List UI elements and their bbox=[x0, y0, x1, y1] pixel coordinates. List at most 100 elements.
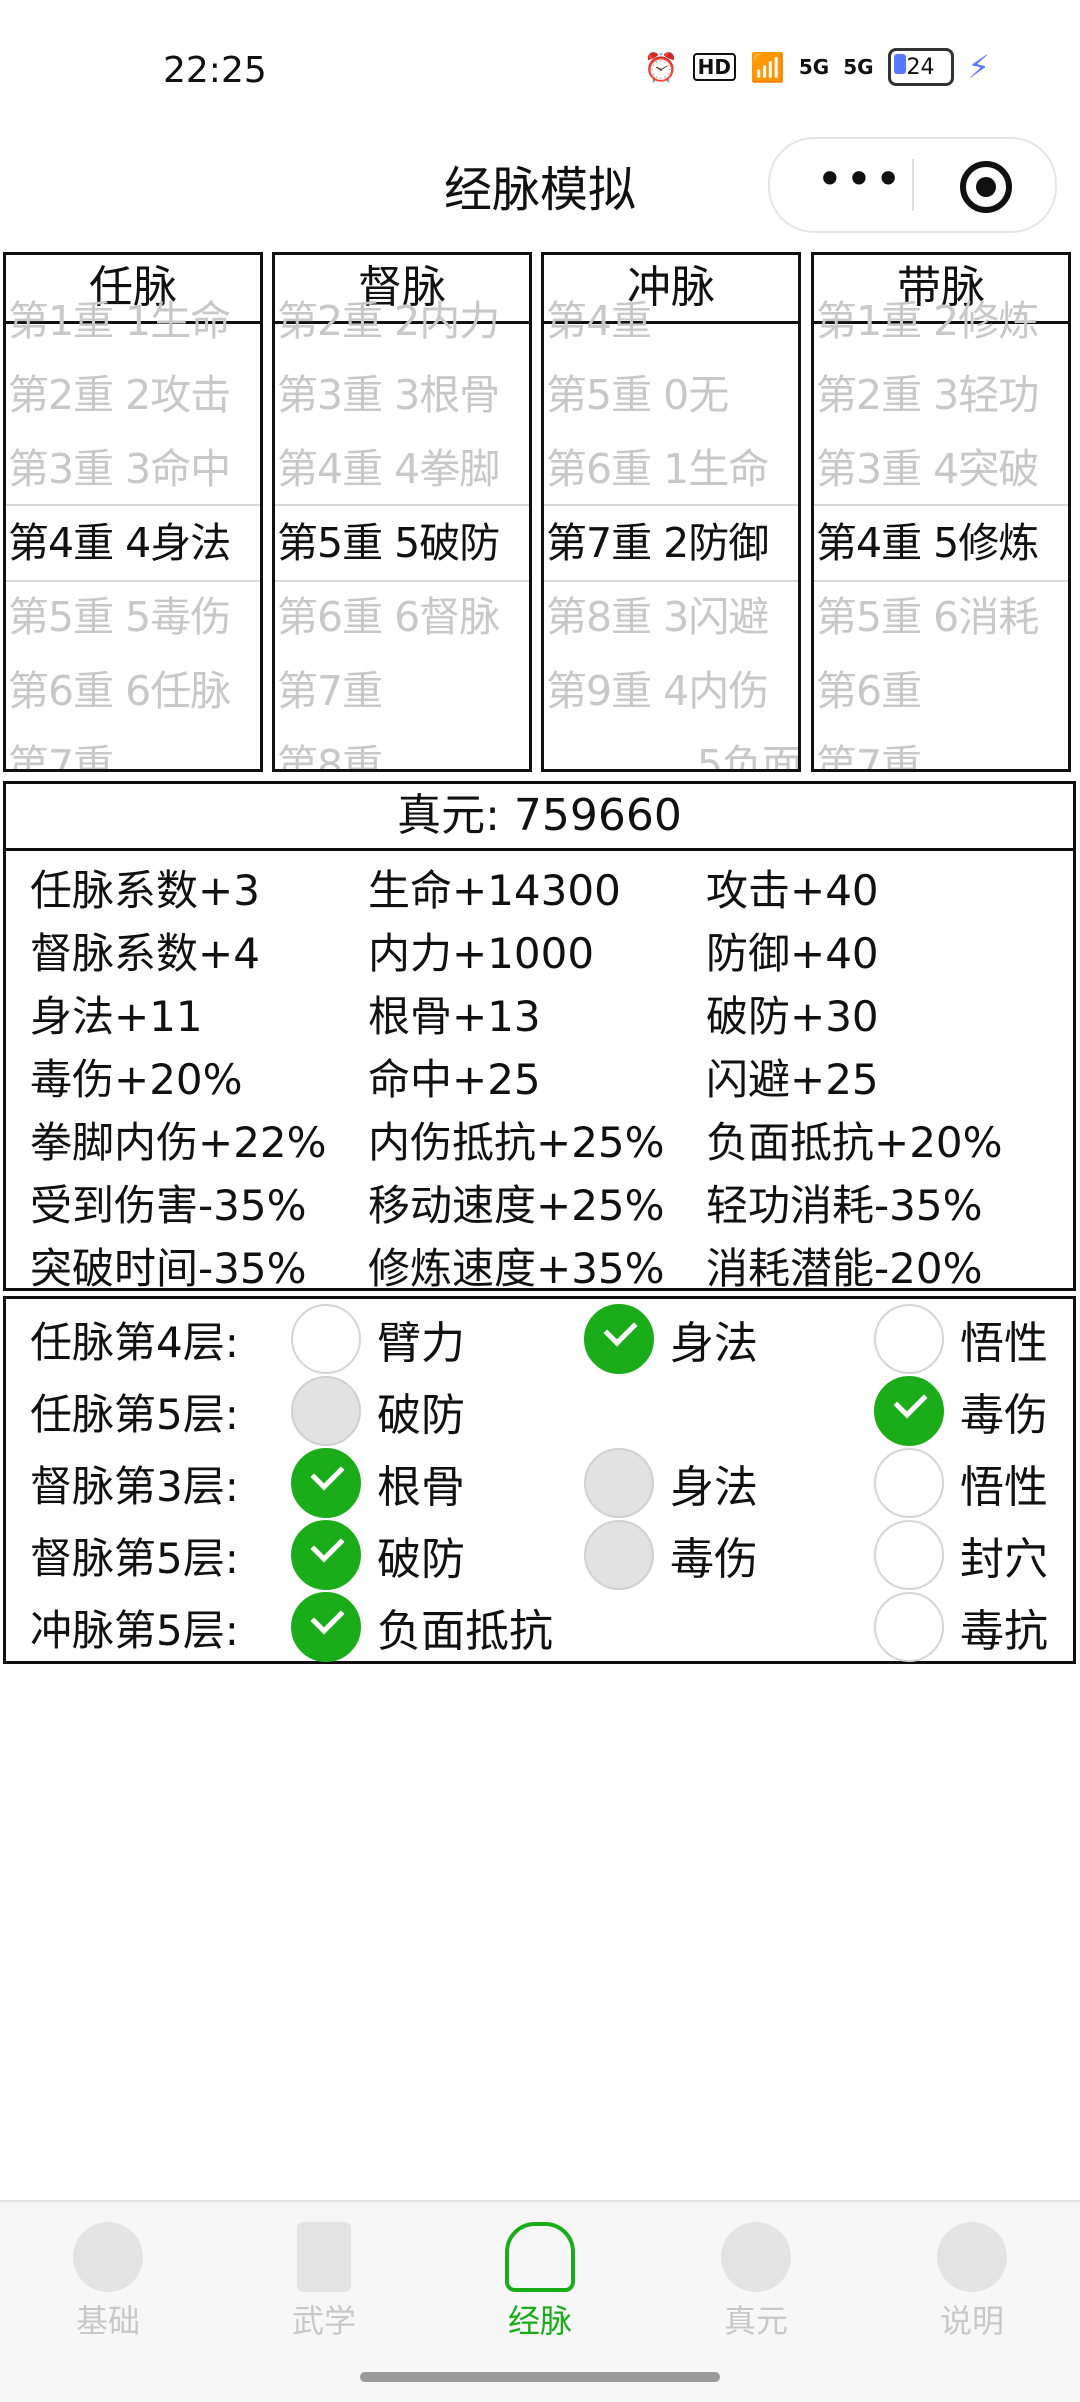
option-choice-label: 臂力 bbox=[377, 1318, 465, 1369]
zhenyuan-value: 759660 bbox=[513, 790, 682, 841]
tab-label: 武学 bbox=[291, 2302, 356, 2340]
check-icon bbox=[291, 1592, 361, 1662]
stat-value: 内伤抵抗+25% bbox=[368, 1118, 665, 1167]
radio-circle-icon bbox=[584, 1448, 654, 1518]
status-bar: 22:25 ⏰ HD 📶 5G 5G 24 ⚡ bbox=[0, 0, 1080, 140]
meridian-picker-1[interactable]: 任脉 第1重 1生命 第2重 2攻击 第3重 3命中 第4重 4身法 第5重 5毒伤 第6重… bbox=[3, 252, 263, 772]
hat-icon bbox=[73, 2222, 143, 2292]
picker-item[interactable]: 第2重 2攻击 bbox=[8, 358, 260, 432]
meditation-icon bbox=[721, 2222, 791, 2292]
meridian-body-icon bbox=[505, 2222, 575, 2292]
more-icon[interactable]: ••• bbox=[810, 156, 910, 209]
picker-item[interactable]: 第5重 6消耗 bbox=[816, 580, 1068, 654]
picker-item[interactable]: 第8重 3闪避 bbox=[546, 580, 798, 654]
picker-item[interactable]: 第7重 bbox=[8, 728, 260, 769]
picker-item[interactable]: 第3重 3命中 bbox=[8, 432, 260, 506]
picker-item-selected[interactable]: 第4重 4身法 bbox=[8, 506, 260, 580]
picker-item[interactable]: 第6重 bbox=[816, 654, 1068, 728]
radio-circle-icon bbox=[291, 1376, 361, 1446]
picker-item[interactable]: 第6重 6督脉 bbox=[277, 580, 529, 654]
option-row-label: 任脉第4层: bbox=[30, 1318, 239, 1367]
book-icon bbox=[297, 2222, 351, 2292]
picker-item-selected[interactable]: 第7重 2防御 bbox=[546, 506, 798, 580]
stat-value: 防御+40 bbox=[706, 929, 879, 978]
signal-icon-1: 5G bbox=[798, 55, 830, 79]
radio-circle-icon bbox=[874, 1304, 944, 1374]
tab-label: 基础 bbox=[75, 2302, 140, 2340]
stat-value: 身法+11 bbox=[30, 992, 203, 1041]
option-row-label: 冲脉第5层: bbox=[30, 1606, 239, 1655]
picker-item[interactable]: 第2重 3轻功 bbox=[816, 358, 1068, 432]
picker-item[interactable]: 第9重 4内伤 bbox=[546, 654, 798, 728]
option-choice-label: 身法 bbox=[670, 1462, 758, 1513]
option-choice[interactable]: 破防 bbox=[291, 1519, 465, 1591]
close-target-icon[interactable] bbox=[960, 161, 1012, 213]
tab-label: 经脉 bbox=[507, 2302, 572, 2340]
option-choice: 身法 bbox=[584, 1447, 758, 1519]
picker-item[interactable]: 第4重 bbox=[546, 284, 798, 358]
option-choice[interactable]: 悟性 bbox=[874, 1303, 1048, 1375]
picker-list[interactable]: 第4重 第5重 0无 第6重 1生命 第7重 2防御 第8重 3闪避 第9重 4内伤 5负面 bbox=[544, 297, 798, 769]
picker-list[interactable]: 第2重 2内力 第3重 3根骨 第4重 4拳脚 第5重 5破防 第6重 6督脉 第7重 第8… bbox=[275, 297, 529, 769]
picker-list[interactable]: 第1重 2修炼 第2重 3轻功 第3重 4突破 第4重 5修炼 第5重 6消耗 第6重 第7… bbox=[814, 297, 1068, 769]
check-icon bbox=[291, 1520, 361, 1590]
picker-item[interactable]: 第4重 4拳脚 bbox=[277, 432, 529, 506]
stats-panel: 真元: 759660 任脉系数+3 生命+14300 攻击+40 督脉系数+4 内力+1… bbox=[3, 781, 1076, 1293]
option-choice[interactable]: 毒伤 bbox=[874, 1375, 1048, 1447]
option-row-label: 任脉第5层: bbox=[30, 1390, 239, 1439]
picker-item[interactable]: 第7重 bbox=[816, 728, 1068, 769]
stat-value: 攻击+40 bbox=[706, 866, 879, 915]
picker-item[interactable]: 第5重 5毒伤 bbox=[8, 580, 260, 654]
option-choice[interactable]: 毒抗 bbox=[874, 1591, 1048, 1663]
stat-value: 闪避+25 bbox=[706, 1055, 879, 1104]
option-choice-label: 身法 bbox=[670, 1318, 758, 1369]
option-choice[interactable]: 封穴 bbox=[874, 1519, 1048, 1591]
picker-item[interactable]: 第2重 2内力 bbox=[277, 284, 529, 358]
picker-item-selected[interactable]: 第4重 5修炼 bbox=[816, 506, 1068, 580]
option-choice-label: 悟性 bbox=[960, 1462, 1048, 1513]
picker-item[interactable]: 第1重 2修炼 bbox=[816, 284, 1068, 358]
option-choice-label: 负面抵抗 bbox=[377, 1606, 553, 1657]
picker-item[interactable]: 第6重 6任脉 bbox=[8, 654, 260, 728]
stat-value: 拳脚内伤+22% bbox=[30, 1118, 327, 1167]
picker-item[interactable]: 5负面 bbox=[546, 728, 798, 769]
check-icon bbox=[584, 1304, 654, 1374]
wifi-icon: 📶 bbox=[749, 50, 785, 84]
tab-1[interactable]: 武学 bbox=[216, 2222, 432, 2342]
capsule-divider bbox=[912, 159, 914, 211]
option-row-label: 督脉第5层: bbox=[30, 1534, 239, 1583]
option-choice[interactable]: 负面抵抗 bbox=[291, 1591, 553, 1663]
hd-icon: HD bbox=[692, 53, 736, 81]
meridian-picker-2[interactable]: 督脉 第2重 2内力 第3重 3根骨 第4重 4拳脚 第5重 5破防 第6重 6督脉 第7重… bbox=[272, 252, 532, 772]
picker-item[interactable]: 第7重 bbox=[277, 654, 529, 728]
picker-item[interactable]: 第3重 4突破 bbox=[816, 432, 1068, 506]
alarm-icon: ⏰ bbox=[643, 50, 679, 84]
stat-value: 修炼速度+35% bbox=[368, 1244, 665, 1293]
picker-item[interactable]: 第1重 1生命 bbox=[8, 284, 260, 358]
picker-item[interactable]: 第5重 0无 bbox=[546, 358, 798, 432]
picker-item[interactable]: 第3重 3根骨 bbox=[277, 358, 529, 432]
stat-value: 毒伤+20% bbox=[30, 1055, 243, 1104]
mini-program-capsule: ••• bbox=[768, 137, 1057, 233]
tab-0[interactable]: 基础 bbox=[0, 2222, 216, 2342]
picker-item[interactable]: 第6重 1生命 bbox=[546, 432, 798, 506]
option-choice[interactable]: 根骨 bbox=[291, 1447, 465, 1519]
meridian-picker-3[interactable]: 冲脉 第4重 第5重 0无 第6重 1生命 第7重 2防御 第8重 3闪避 第9重 4内伤 5… bbox=[541, 252, 801, 772]
stat-value: 负面抵抗+20% bbox=[706, 1118, 1003, 1167]
picker-item[interactable]: 第8重 bbox=[277, 728, 529, 769]
tab-4[interactable]: 说明 bbox=[864, 2222, 1080, 2342]
stat-value: 移动速度+25% bbox=[368, 1181, 665, 1230]
meridian-picker-4[interactable]: 带脉 第1重 2修炼 第2重 3轻功 第3重 4突破 第4重 5修炼 第5重 6消耗 第6重… bbox=[811, 252, 1071, 772]
option-choice[interactable]: 身法 bbox=[584, 1303, 758, 1375]
tab-2[interactable]: 经脉 bbox=[432, 2222, 648, 2342]
status-time: 22:25 bbox=[163, 50, 267, 91]
battery-level: 24 bbox=[906, 54, 935, 80]
option-choice-label: 根骨 bbox=[377, 1462, 465, 1513]
stat-value: 轻功消耗-35% bbox=[706, 1181, 983, 1230]
tab-3[interactable]: 真元 bbox=[648, 2222, 864, 2342]
picker-item-selected[interactable]: 第5重 5破防 bbox=[277, 506, 529, 580]
option-choice[interactable]: 臂力 bbox=[291, 1303, 465, 1375]
option-choice[interactable]: 悟性 bbox=[874, 1447, 1048, 1519]
picker-list[interactable]: 第1重 1生命 第2重 2攻击 第3重 3命中 第4重 4身法 第5重 5毒伤 第6重 6… bbox=[6, 297, 260, 769]
meridian-options: 任脉第4层: 臂力 身法 悟性 任脉第5层: 破防 毒伤 督脉第3层: 根骨 身法 悟性 督脉第5层:… bbox=[3, 1296, 1076, 1664]
